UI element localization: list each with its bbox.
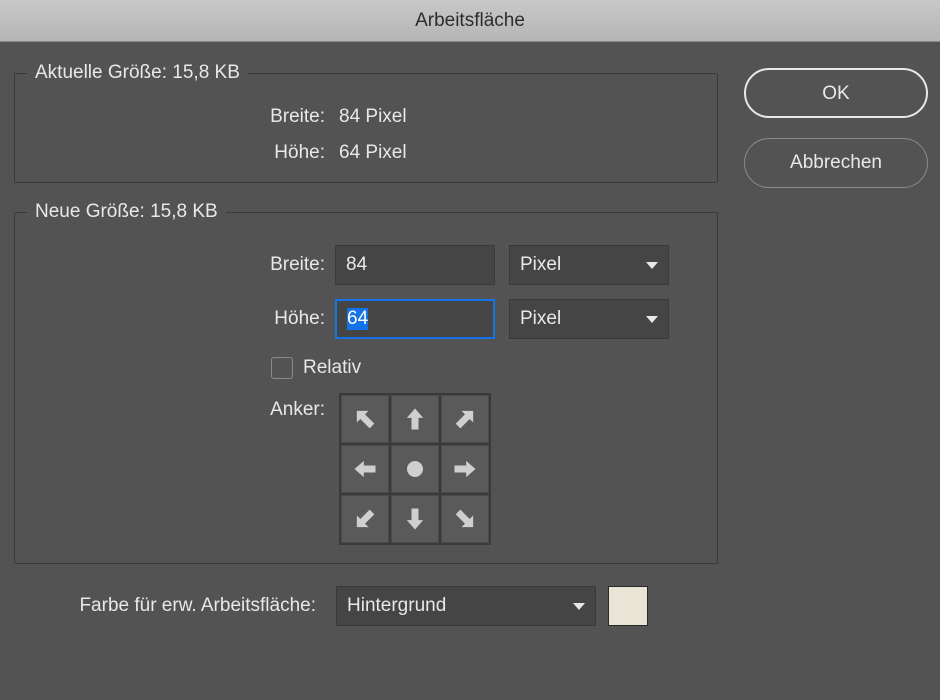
- new-width-unit-value: Pixel: [520, 254, 561, 276]
- relative-label: Relativ: [303, 357, 361, 379]
- anchor-n[interactable]: [391, 395, 439, 443]
- new-width-unit-select[interactable]: Pixel: [509, 245, 669, 285]
- current-width-value: 84 Pixel: [335, 106, 407, 128]
- current-size-legend: Aktuelle Größe: 15,8 KB: [27, 62, 248, 84]
- anchor-w[interactable]: [341, 445, 389, 493]
- arrow-se-icon: [451, 505, 479, 533]
- anchor-se[interactable]: [441, 495, 489, 543]
- anchor-nw[interactable]: [341, 395, 389, 443]
- new-size-legend: Neue Größe: 15,8 KB: [27, 201, 226, 223]
- new-height-unit-value: Pixel: [520, 308, 561, 330]
- relative-checkbox[interactable]: [271, 357, 293, 379]
- arrow-n-icon: [401, 405, 429, 433]
- anchor-label: Anker:: [27, 393, 335, 421]
- window-title: Arbeitsfläche: [415, 10, 525, 32]
- current-height-label: Höhe:: [27, 142, 335, 164]
- titlebar: Arbeitsfläche: [0, 0, 940, 42]
- arrow-w-icon: [351, 455, 379, 483]
- anchor-e[interactable]: [441, 445, 489, 493]
- arrow-e-icon: [451, 455, 479, 483]
- arrow-ne-icon: [451, 405, 479, 433]
- anchor-ne[interactable]: [441, 395, 489, 443]
- anchor-s[interactable]: [391, 495, 439, 543]
- new-size-group: Neue Größe: 15,8 KB Breite: Pixel Höhe: …: [14, 201, 718, 564]
- new-height-label: Höhe:: [27, 308, 335, 330]
- current-width-label: Breite:: [27, 106, 335, 128]
- extension-color-swatch[interactable]: [608, 586, 648, 626]
- new-height-input[interactable]: [335, 299, 495, 339]
- ok-button[interactable]: OK: [744, 68, 928, 118]
- extension-color-select[interactable]: Hintergrund: [336, 586, 596, 626]
- new-width-input[interactable]: [335, 245, 495, 285]
- arrow-sw-icon: [351, 505, 379, 533]
- cancel-button[interactable]: Abbrechen: [744, 138, 928, 188]
- anchor-center-dot-icon: [407, 461, 423, 477]
- anchor-grid: [339, 393, 491, 545]
- arrow-s-icon: [401, 505, 429, 533]
- current-height-value: 64 Pixel: [335, 142, 407, 164]
- new-height-unit-select[interactable]: Pixel: [509, 299, 669, 339]
- chevron-down-icon: [646, 316, 658, 323]
- extension-color-label: Farbe für erw. Arbeitsfläche:: [14, 595, 322, 617]
- new-width-label: Breite:: [27, 254, 335, 276]
- current-size-group: Aktuelle Größe: 15,8 KB Breite: 84 Pixel…: [14, 62, 718, 183]
- extension-color-value: Hintergrund: [347, 595, 446, 617]
- anchor-sw[interactable]: [341, 495, 389, 543]
- anchor-center[interactable]: [391, 445, 439, 493]
- chevron-down-icon: [646, 262, 658, 269]
- arrow-nw-icon: [351, 405, 379, 433]
- chevron-down-icon: [573, 603, 585, 610]
